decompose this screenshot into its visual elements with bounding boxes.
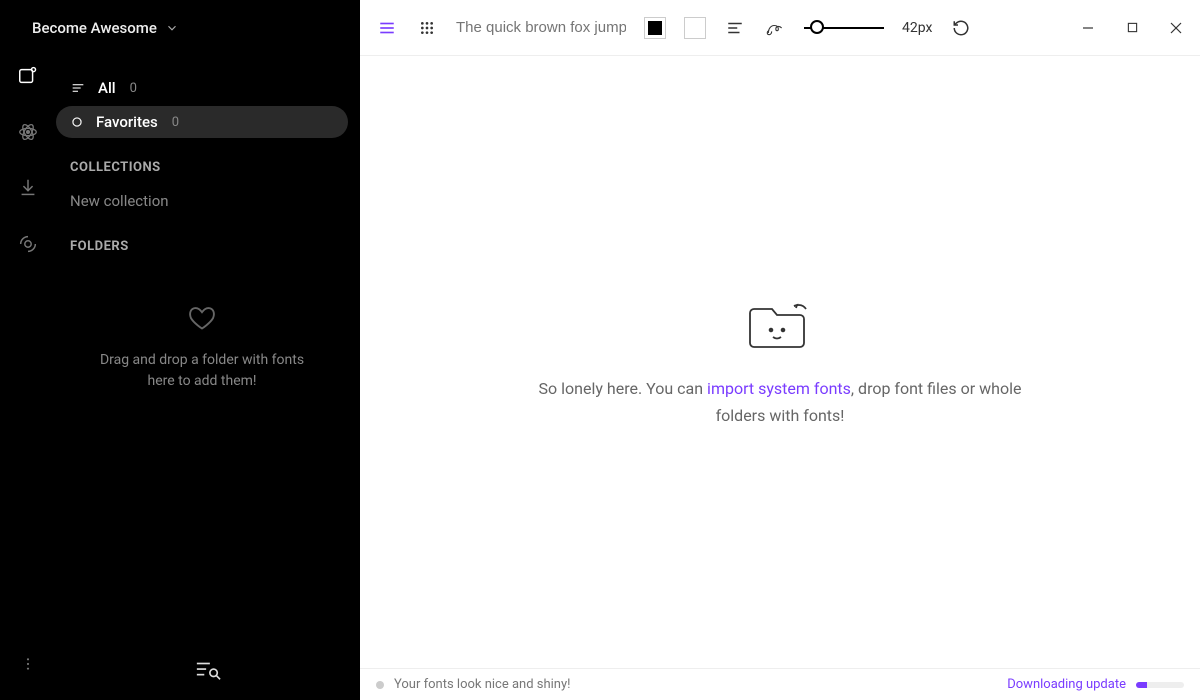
empty-folder-icon [748,295,812,351]
empty-prefix: So lonely here. You can [539,379,708,398]
reset-icon[interactable] [950,17,972,39]
circle-icon [70,115,84,129]
atom-icon[interactable] [16,120,40,144]
import-system-fonts-link[interactable]: import system fonts [707,379,851,398]
radar-icon[interactable] [16,232,40,256]
maximize-button[interactable] [1124,20,1140,36]
count-badge: 0 [172,115,179,130]
search-button[interactable] [56,658,360,682]
minimize-button[interactable] [1080,20,1096,36]
sidebar-item-favorites[interactable]: Favorites 0 [56,106,348,138]
sidebar-item-label: All [98,79,116,97]
more-icon[interactable] [16,652,40,676]
view-grid-icon[interactable] [416,17,438,39]
toolbar: 42px [360,0,1200,56]
search-list-icon [195,658,221,682]
window-controls [1080,20,1184,36]
ligatures-icon[interactable] [764,17,786,39]
import-icon[interactable] [16,176,40,200]
sidebar: Become Awesome All 0 Favorites 0 COLLECT… [0,0,360,700]
close-button[interactable] [1168,20,1184,36]
empty-folders-hint: Drag and drop a folder with fonts here t… [56,304,348,391]
update-label[interactable]: Downloading update [1007,677,1126,692]
workspace-title: Become Awesome [32,19,157,37]
new-collection-button[interactable]: New collection [56,185,348,217]
workspace-switcher[interactable]: Become Awesome [16,19,179,37]
status-message: Your fonts look nice and shiny! [394,677,571,692]
count-badge: 0 [130,81,137,96]
icon-rail [0,0,56,700]
empty-state: So lonely here. You can import system fo… [360,56,1200,668]
update-progress [1136,682,1184,688]
heart-icon [187,304,217,332]
preview-text-input[interactable] [456,19,626,36]
sidebar-item-all[interactable]: All 0 [56,72,348,104]
statusbar: Your fonts look nice and shiny! Download… [360,668,1200,700]
status-dot-icon [376,681,384,689]
folders-header: FOLDERS [70,239,348,254]
size-label: 42px [902,20,932,36]
text-color-swatch[interactable] [644,17,666,39]
fonts-icon[interactable] [16,64,40,88]
align-icon[interactable] [724,17,746,39]
main-pane: 42px So lonely here. You can import syst… [360,0,1200,700]
empty-folders-text: Drag and drop a folder with fonts here t… [86,350,318,391]
chevron-down-icon [165,21,179,35]
sidebar-main: Become Awesome All 0 Favorites 0 COLLECT… [56,0,360,700]
size-slider[interactable] [804,17,884,39]
sidebar-item-label: Favorites [96,113,158,131]
view-list-icon[interactable] [376,17,398,39]
list-icon [70,80,86,96]
collections-header: COLLECTIONS [70,160,348,175]
empty-state-message: So lonely here. You can import system fo… [520,375,1040,429]
background-color-swatch[interactable] [684,17,706,39]
